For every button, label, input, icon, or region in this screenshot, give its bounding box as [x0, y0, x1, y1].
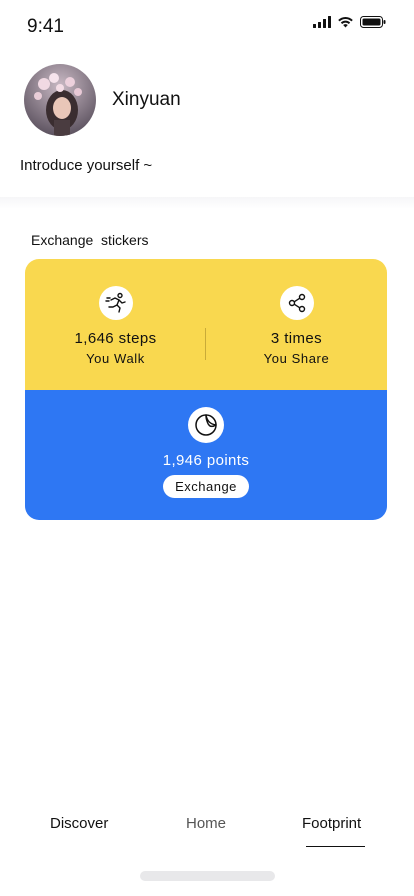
username: Xinyuan [112, 89, 181, 110]
exchange-button[interactable]: Exchange [163, 475, 249, 498]
share-value: 3 times [270, 330, 323, 347]
signal-icon [313, 16, 331, 28]
points-block: 1,946 points Exchange [25, 407, 387, 498]
home-indicator [140, 871, 275, 881]
running-icon [98, 286, 133, 320]
bottom-tabbar: Discover Home Footprint [0, 812, 414, 852]
walk-value: 1,646 steps [74, 330, 157, 347]
battery-icon [360, 16, 386, 28]
stats-card: 1,646 steps You Walk 3 times You Share 1… [25, 259, 387, 520]
tab-footprint[interactable]: Footprint [302, 815, 361, 832]
tab-home[interactable]: Home [186, 815, 226, 832]
intro-text[interactable]: Introduce yourself ~ [20, 157, 152, 174]
points-value: 1,946 points [162, 452, 250, 469]
avatar[interactable] [24, 64, 96, 136]
status-bar: 9:41 [0, 0, 414, 52]
profile-header: Xinyuan [24, 64, 181, 136]
status-icons [313, 16, 386, 28]
walk-label: You Walk [86, 351, 145, 366]
activity-panel: 1,646 steps You Walk 3 times You Share [25, 259, 387, 390]
wifi-icon [337, 16, 354, 28]
active-tab-indicator [306, 846, 365, 847]
tab-discover[interactable]: Discover [50, 815, 108, 832]
section-divider [0, 197, 414, 209]
section-title: Exchange stickers [31, 232, 149, 248]
points-panel: 1,946 points Exchange [25, 390, 387, 520]
status-time: 9:41 [27, 16, 64, 37]
walk-stat: 1,646 steps You Walk [25, 259, 206, 390]
share-stat: 3 times You Share [206, 259, 387, 390]
share-icon [279, 286, 314, 320]
share-label: You Share [263, 351, 330, 366]
sticker-icon [188, 407, 224, 443]
